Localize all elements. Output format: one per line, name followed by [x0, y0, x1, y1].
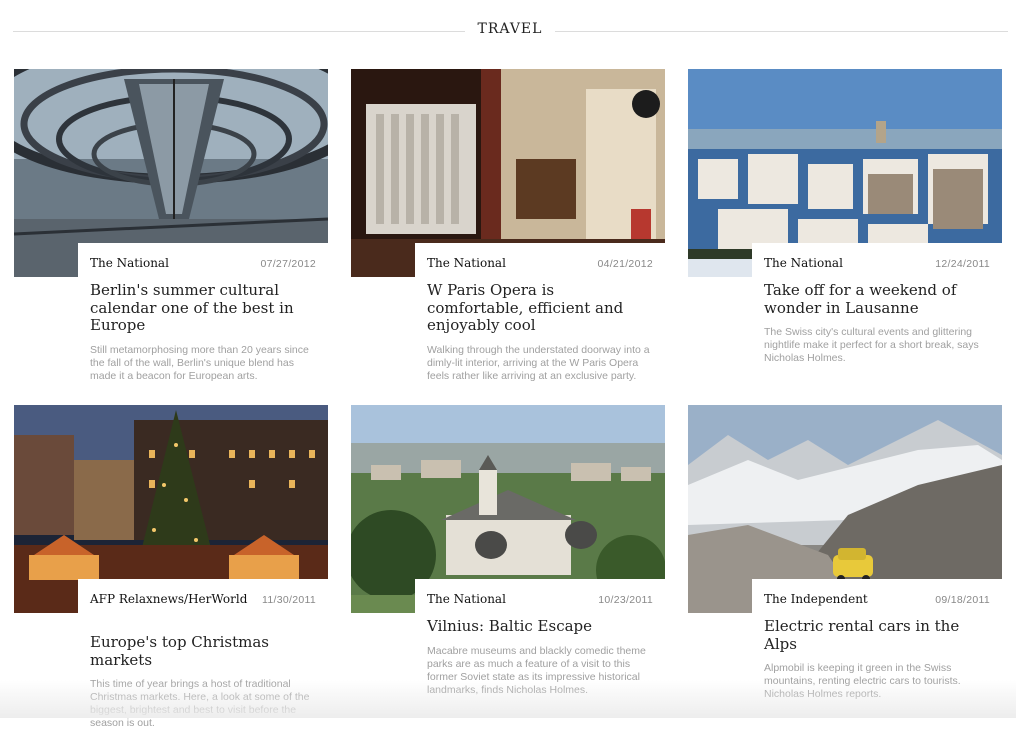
header-rule-left — [13, 31, 465, 32]
header-rule-right — [555, 31, 1008, 32]
card-source: The Independent — [764, 592, 868, 606]
article-card[interactable]: The Independent 09/18/2011 Electric rent… — [688, 405, 1002, 729]
card-date: 09/18/2011 — [935, 594, 990, 606]
card-meta: The National 07/27/2012 — [90, 256, 316, 276]
card-headline[interactable]: Europe's top Christmas markets — [90, 633, 316, 669]
article-card[interactable]: The National 12/24/2011 Take off for a w… — [688, 69, 1002, 393]
card-date: 04/21/2012 — [597, 258, 653, 270]
card-headline[interactable]: Berlin's summer cultural calendar one of… — [90, 281, 316, 335]
card-source: The National — [427, 592, 506, 606]
card-date: 10/23/2011 — [598, 594, 653, 606]
card-source: The National — [764, 256, 843, 270]
card-meta: AFP Relaxnews/HerWorld 11/30/2011 — [90, 592, 316, 628]
card-blurb: Still metamorphosing more than 20 years … — [90, 343, 309, 382]
article-card[interactable]: The National 07/27/2012 Berlin's summer … — [14, 69, 328, 393]
card-meta: The National 04/21/2012 — [427, 256, 653, 276]
card-source: The National — [427, 256, 506, 270]
card-source: AFP Relaxnews/HerWorld — [90, 592, 248, 606]
card-headline[interactable]: Take off for a weekend of wonder in Laus… — [764, 281, 990, 317]
card-blurb: Walking through the understated doorway … — [427, 343, 650, 382]
article-card[interactable]: AFP Relaxnews/HerWorld 11/30/2011 Europe… — [14, 405, 328, 729]
card-date: 07/27/2012 — [260, 258, 316, 270]
card-panel: The National 07/27/2012 Berlin's summer … — [78, 243, 328, 393]
card-headline[interactable]: Vilnius: Baltic Escape — [427, 617, 653, 636]
card-panel: The National 04/21/2012 W Paris Opera is… — [415, 243, 665, 393]
article-card[interactable]: The National 04/21/2012 W Paris Opera is… — [351, 69, 665, 393]
card-date: 11/30/2011 — [262, 594, 316, 606]
card-headline[interactable]: W Paris Opera is comfortable, efficient … — [427, 281, 653, 335]
section-title: TRAVEL — [477, 21, 543, 37]
section-header: TRAVEL — [13, 18, 1008, 44]
card-blurb: The Swiss city's cultural events and gli… — [764, 326, 979, 364]
article-card[interactable]: The National 10/23/2011 Vilnius: Baltic … — [351, 405, 665, 729]
card-meta: The National 12/24/2011 — [764, 256, 990, 276]
card-headline[interactable]: Electric rental cars in the Alps — [764, 617, 990, 653]
bottom-fade — [0, 680, 1016, 718]
card-source: The National — [90, 256, 169, 270]
card-meta: The Independent 09/18/2011 — [764, 592, 990, 612]
card-panel: The National 12/24/2011 Take off for a w… — [752, 243, 1002, 393]
card-date: 12/24/2011 — [935, 258, 990, 270]
card-meta: The National 10/23/2011 — [427, 592, 653, 612]
